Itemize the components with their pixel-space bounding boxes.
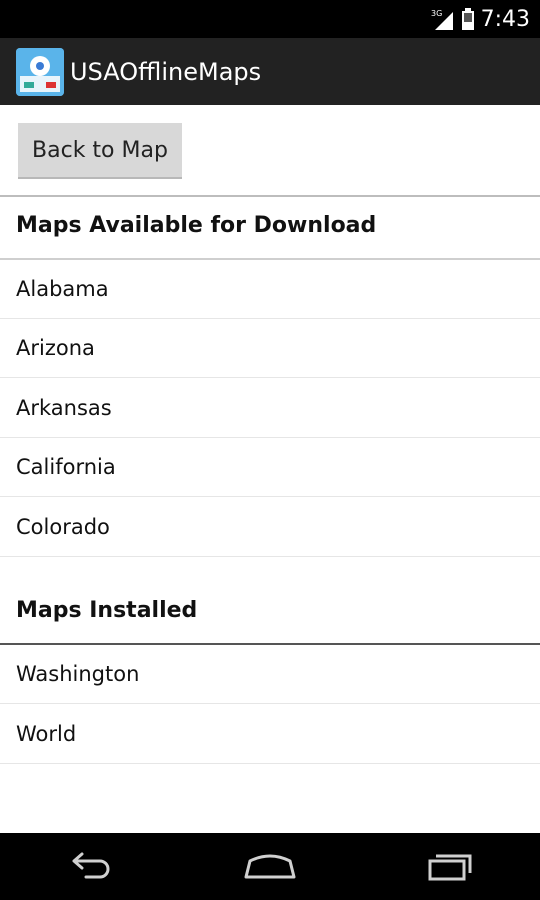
recent-apps-icon[interactable] [420,847,480,887]
list-item-california[interactable]: California [0,438,540,497]
battery-icon [461,8,474,30]
list-item-colorado[interactable]: Colorado [0,498,540,557]
divider [0,195,540,197]
list-item-world[interactable]: World [0,705,540,764]
status-time: 7:43 [480,6,530,32]
list-item-arizona[interactable]: Arizona [0,319,540,378]
action-bar: USAOfflineMaps [0,38,540,105]
list-item-alabama[interactable]: Alabama [0,260,540,319]
back-icon[interactable] [60,847,120,887]
installed-maps-header: Maps Installed [16,598,198,623]
list-item-washington[interactable]: Washington [0,645,540,704]
navigation-bar [0,833,540,900]
svg-text:3G: 3G [431,9,442,18]
available-maps-header: Maps Available for Download [16,213,377,238]
status-bar: 3G 7:43 [0,0,540,38]
app-icon[interactable] [16,47,64,96]
list-item-arkansas[interactable]: Arkansas [0,379,540,438]
app-title: USAOfflineMaps [70,57,262,86]
signal-3g-icon: 3G [431,9,453,30]
back-to-map-button[interactable]: Back to Map [18,123,182,179]
home-icon[interactable] [240,847,300,887]
